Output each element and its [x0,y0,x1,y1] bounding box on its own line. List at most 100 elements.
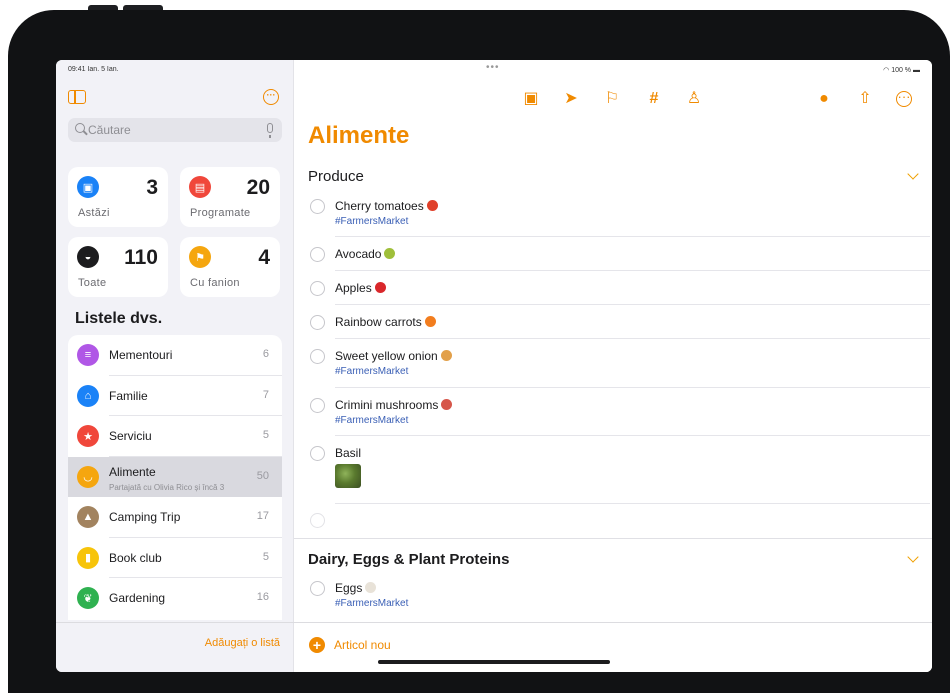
home-indicator[interactable] [378,660,610,664]
complete-toggle[interactable] [310,281,325,296]
volume-button [88,5,118,10]
list-name: Alimente [109,464,156,479]
smart-list-scheduled[interactable]: ▤ 20 Programate [180,167,280,227]
carrot-icon [424,316,436,327]
item-title[interactable]: Eggs [335,581,362,595]
hashtag-icon[interactable]: # [645,90,663,108]
complete-toggle[interactable] [310,513,325,528]
item-title-row[interactable]: Sweet yellow onion [335,349,452,363]
item-title[interactable]: Crimini mushrooms [335,398,438,412]
list-item-familie[interactable]: ⌂ Familie 7 [68,376,282,416]
list-name: Camping Trip [109,510,181,524]
list-count: 5 [262,429,269,441]
list-name: Familie [109,388,148,403]
chevron-down-icon[interactable] [907,168,919,180]
item-title-row[interactable]: Apples [335,281,386,295]
search-bar[interactable] [68,118,282,142]
list-name: Mementouri [109,348,173,362]
new-item-button[interactable]: Articol nou [334,638,391,652]
list-name: Serviciu [109,429,152,443]
search-input[interactable] [88,121,258,139]
calendar-badge-icon[interactable]: ▣ [522,90,540,108]
item-title-row[interactable]: Cherry tomatoes [335,199,438,213]
apple-icon [374,282,386,293]
complete-toggle[interactable] [310,581,325,596]
user-lists: ≡ Mementouri 6 ⌂ Familie 7 ★ Serviciu 5 [68,335,282,620]
complete-toggle[interactable] [310,315,325,330]
list-item-serviciu[interactable]: ★ Serviciu 5 [68,416,282,457]
search-icon [75,123,85,133]
flag-icon[interactable]: ⚐ [603,90,621,108]
item-tag[interactable]: #FarmersMarket [335,366,408,377]
smart-list-label: Astăzi [78,207,110,219]
more-icon[interactable]: ··· [896,90,912,107]
add-list-button[interactable]: Adăugați o listă [205,637,280,649]
divider [335,304,930,305]
bookmark-icon: ▮ [77,546,99,569]
smart-list-label: Toate [78,277,107,289]
egg-icon [365,582,377,593]
smart-list-all[interactable]: ◒ 110 Toate [68,237,168,297]
list-count: 7 [262,388,269,401]
plus-icon[interactable]: + [309,637,325,653]
list-count: 17 [256,510,269,522]
list-item-gardening[interactable]: ❦ Gardening 16 [68,578,282,619]
list-subtitle: Partajată cu Olivia Rico și încă 3 [109,482,225,492]
lists-heading: Listele dvs. [75,310,163,327]
complete-toggle[interactable] [310,398,325,413]
person-icon[interactable]: ♙ [685,90,703,108]
item-tag[interactable]: #FarmersMarket [335,415,408,426]
smart-list-label: Cu fanion [190,277,240,289]
location-icon[interactable]: ➤ [562,90,580,108]
calendar-today-icon: ▣ [77,176,99,198]
flag-icon: ⚑ [189,246,211,268]
item-title[interactable]: Avocado [335,247,381,261]
complete-toggle[interactable] [310,199,325,214]
item-title[interactable]: Cherry tomatoes [335,199,424,213]
item-tag[interactable]: #FarmersMarket [335,216,408,227]
wifi-icon: ◠ [883,67,890,74]
smart-list-today[interactable]: ▣ 3 Astăzi [68,167,168,227]
item-title[interactable]: Sweet yellow onion [335,349,438,363]
divider [335,270,930,271]
divider [335,435,930,436]
smart-list-count: 3 [146,176,158,199]
share-icon[interactable]: ⇧ [856,90,874,108]
list-item-camping-trip[interactable]: ▲ Camping Trip 17 [68,497,282,538]
item-title-row[interactable]: Crimini mushrooms [335,398,453,412]
page-title: Alimente [308,122,410,149]
item-title[interactable]: Basil [335,446,361,460]
multitasking-dots[interactable]: ••• [486,62,500,73]
list-item-book-club[interactable]: ▮ Book club 5 [68,538,282,578]
smart-list-flagged[interactable]: ⚑ 4 Cu fanion [180,237,280,297]
item-title-row[interactable]: Eggs [335,581,377,595]
complete-toggle[interactable] [310,247,325,262]
sidebar-toggle-icon[interactable] [68,90,86,104]
section-divider [294,538,932,539]
complete-toggle[interactable] [310,349,325,364]
list-item-alimente[interactable]: ◡ Alimente Partajată cu Olivia Rico și î… [68,456,282,497]
list-count: 5 [262,550,269,563]
smart-list-count: 110 [124,246,158,269]
share-people-icon[interactable]: ● [815,90,833,108]
item-title-row[interactable]: Avocado [335,247,396,261]
complete-toggle[interactable] [310,446,325,461]
item-title[interactable]: Rainbow carrots [335,315,422,329]
microphone-icon[interactable] [267,123,273,138]
chevron-down-icon[interactable] [907,551,919,563]
battery-percent: 100 % [891,67,912,74]
item-tag[interactable]: #FarmersMarket [335,598,408,609]
item-title[interactable]: Apples [335,281,372,295]
section-title: Produce [308,168,364,185]
tray-icon: ◒ [77,246,99,268]
divider [335,236,930,237]
basil-image-thumbnail[interactable] [335,464,361,488]
list-name: Gardening [109,591,166,605]
battery-icon: ▬ [913,67,920,74]
list-item-mementouri[interactable]: ≡ Mementouri 6 [68,335,282,376]
battery-status: ◠ 100 % ▬ [883,66,920,74]
item-title-row[interactable]: Rainbow carrots [335,315,436,329]
more-icon[interactable]: ··· [263,89,279,105]
divider [335,338,930,339]
smart-list-label: Programate [190,207,251,219]
